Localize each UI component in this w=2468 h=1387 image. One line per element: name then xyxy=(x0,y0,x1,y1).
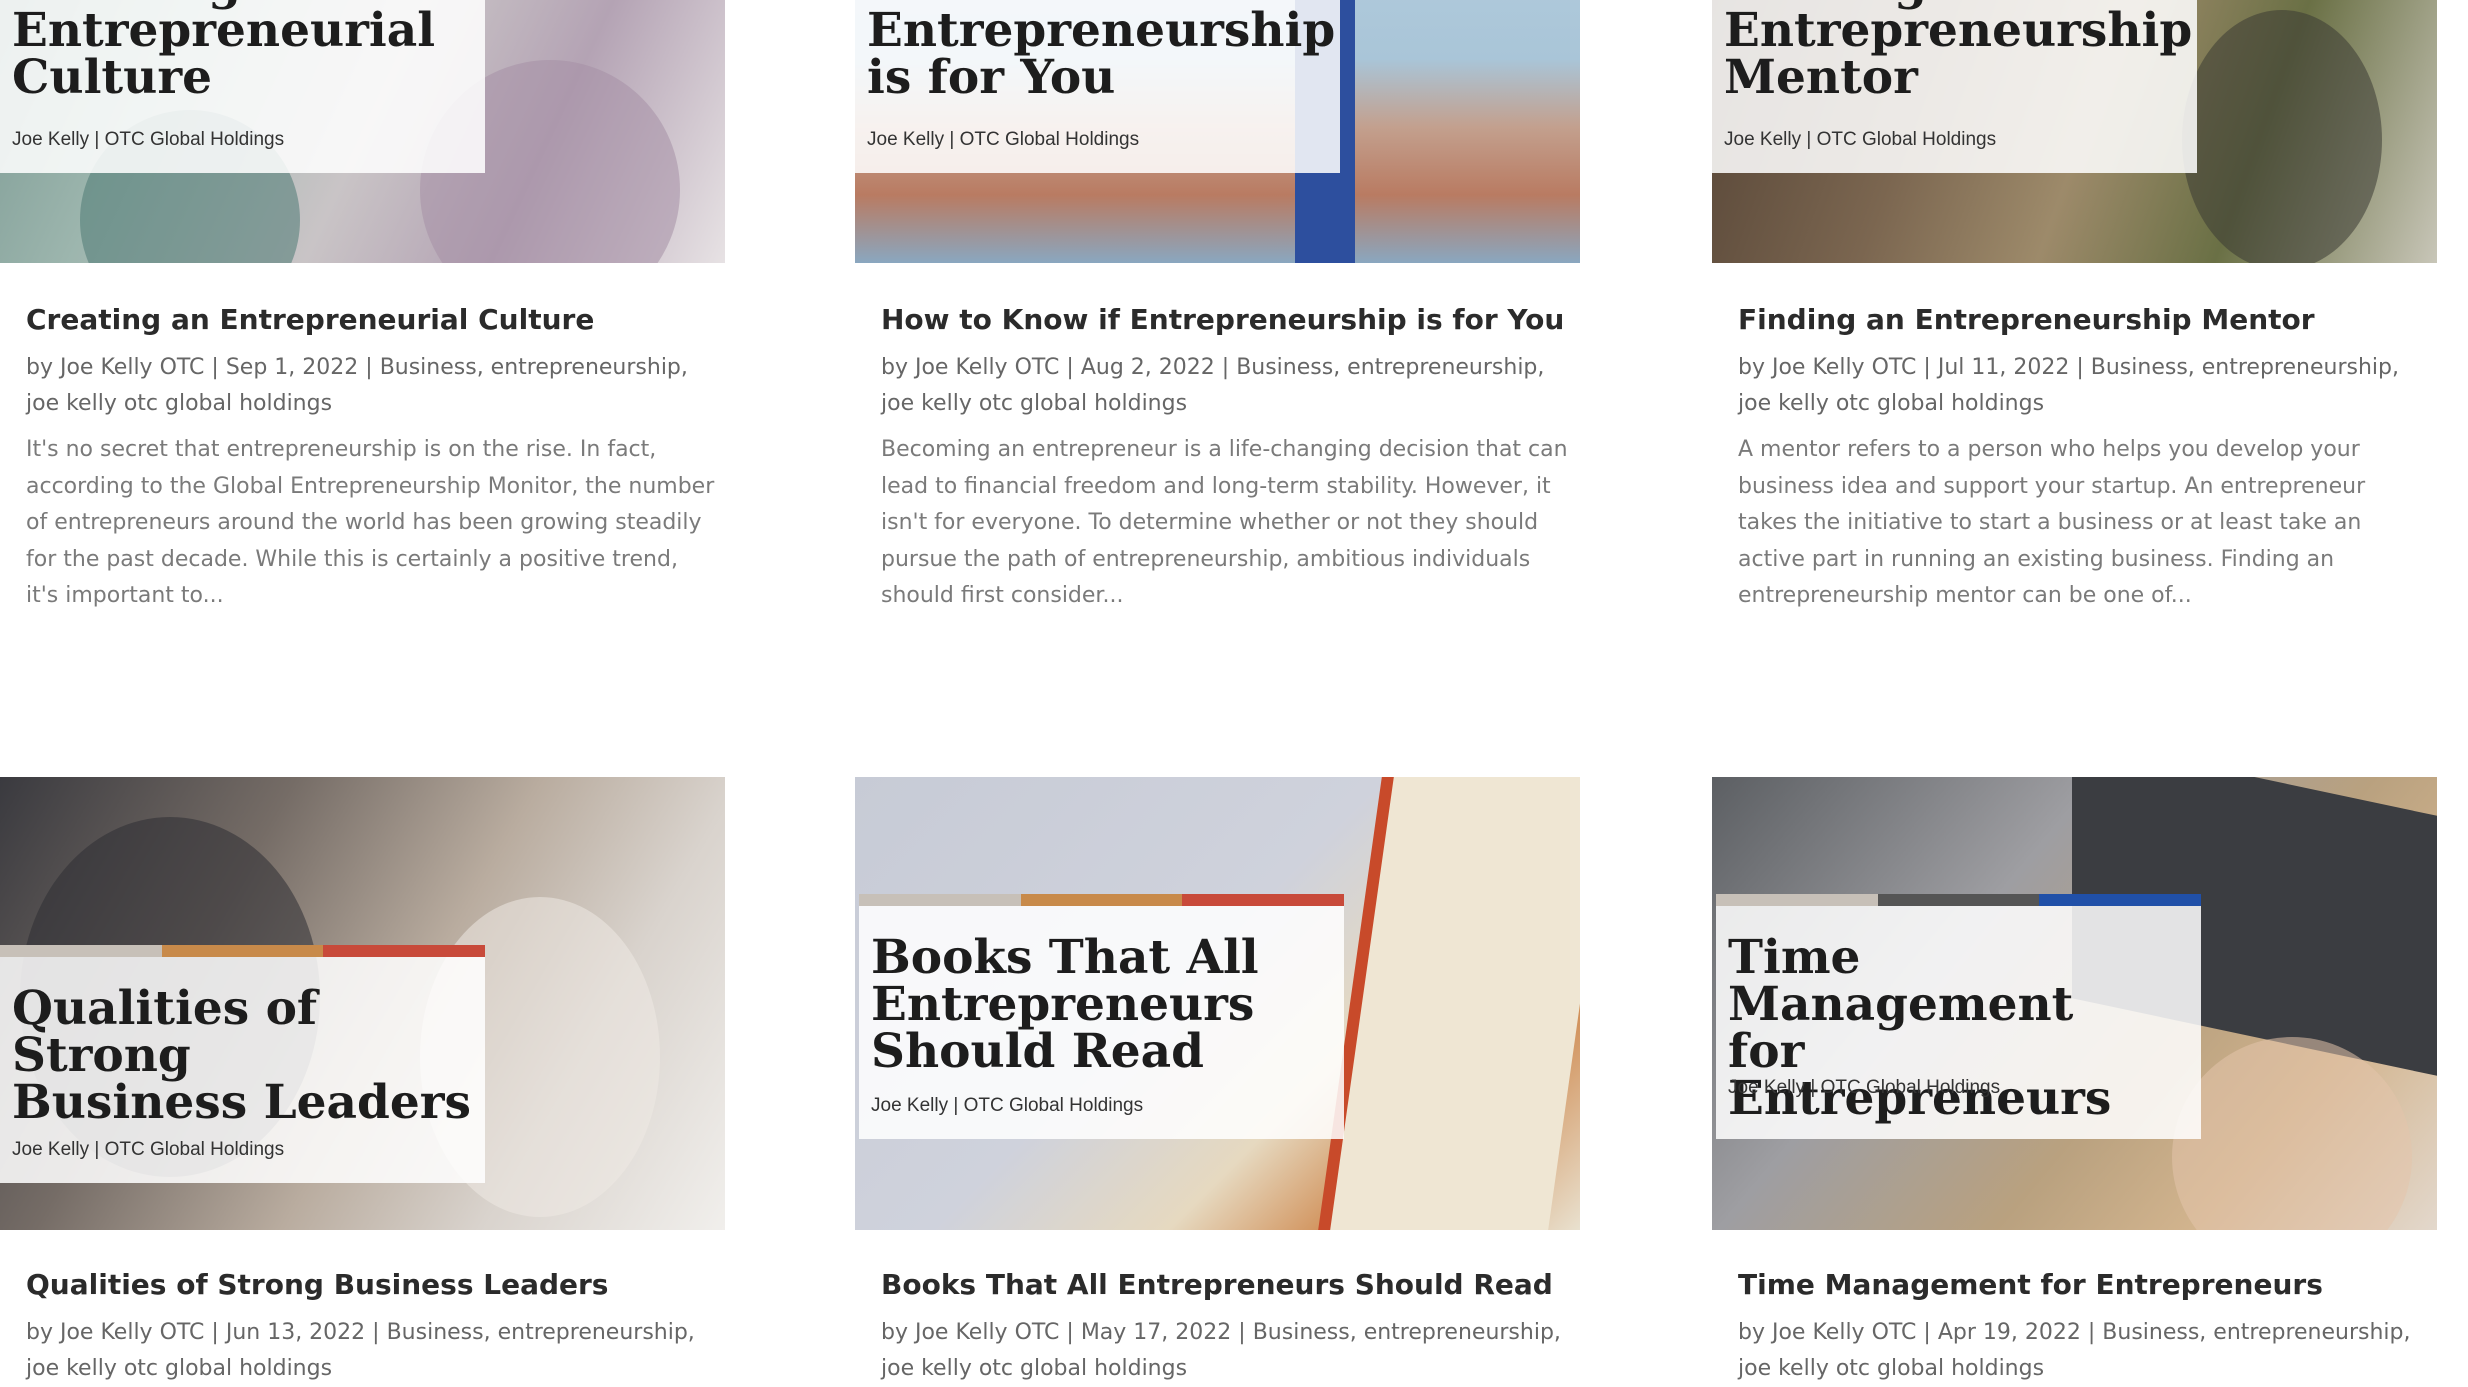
post-thumbnail-link[interactable]: Time Management for Entrepreneurs Joe Ke… xyxy=(1712,777,2437,1230)
thumbnail-byline: Joe Kelly | OTC Global Holdings xyxy=(871,1095,1144,1116)
post-title-link[interactable]: Finding an Entrepreneurship Mentor xyxy=(1738,302,2428,338)
author-link[interactable]: Joe Kelly OTC xyxy=(60,355,204,380)
meta-separator: | xyxy=(1066,355,1074,380)
post-date: Jun 13, 2022 xyxy=(225,1320,366,1345)
meta-by-label: by xyxy=(881,355,908,380)
post-excerpt: It's no secret that entrepreneurship is … xyxy=(26,437,715,608)
post-date: Sep 1, 2022 xyxy=(225,355,359,380)
post-thumbnail-link[interactable]: How to Know if Entrepreneurship is for Y… xyxy=(855,0,1580,263)
post-excerpt: A mentor refers to a person who helps yo… xyxy=(1738,437,2366,608)
blog-grid: Creating an Entrepreneurial Culture Joe … xyxy=(0,0,2468,1381)
post-title-link[interactable]: How to Know if Entrepreneurship is for Y… xyxy=(881,302,1571,338)
post-meta: by Joe Kelly OTC | Jun 13, 2022 | Busine… xyxy=(26,1315,716,1387)
post-meta: by Joe Kelly OTC | Jul 11, 2022 | Busine… xyxy=(1738,350,2428,422)
post-meta: by Joe Kelly OTC | Apr 19, 2022 | Busine… xyxy=(1738,1315,2428,1387)
author-link[interactable]: Joe Kelly OTC xyxy=(60,1320,204,1345)
meta-separator: | xyxy=(1221,355,1230,380)
post-title-link[interactable]: Books That All Entrepreneurs Should Read xyxy=(881,1267,1571,1303)
thumbnail-title-text: Finding an Entrepreneurship Mentor xyxy=(1724,0,2193,105)
meta-by-label: by xyxy=(881,1320,908,1345)
post-meta: by Joe Kelly OTC | Sep 1, 2022 | Busines… xyxy=(26,350,716,422)
meta-by-label: by xyxy=(26,355,53,380)
thumbnail-color-stripe xyxy=(0,945,486,957)
post-meta: by Joe Kelly OTC | May 17, 2022 | Busine… xyxy=(881,1315,1571,1387)
thumbnail-title-text: How to Know if Entrepreneurship is for Y… xyxy=(867,0,1336,105)
meta-separator: | xyxy=(211,1320,219,1345)
post-date: Jul 11, 2022 xyxy=(1937,355,2070,380)
post-title-link[interactable]: Time Management for Entrepreneurs xyxy=(1738,1267,2428,1303)
meta-separator: | xyxy=(372,1320,380,1345)
thumbnail-title-card: Time Management for Entrepreneurs Joe Ke… xyxy=(1716,894,2202,1139)
meta-separator: | xyxy=(2076,355,2084,380)
meta-separator: | xyxy=(1923,355,1931,380)
post-date: Apr 19, 2022 xyxy=(1937,1320,2081,1345)
thumbnail-byline: Joe Kelly | OTC Global Holdings xyxy=(867,129,1140,150)
meta-separator: | xyxy=(2087,1320,2096,1345)
thumbnail-byline: Joe Kelly | OTC Global Holdings xyxy=(12,129,285,150)
meta-separator: | xyxy=(1923,1320,1931,1345)
thumbnail-title-text: Creating an Entrepreneurial Culture xyxy=(12,0,436,105)
thumbnail-title-text: Books That All Entrepreneurs Should Read xyxy=(871,930,1259,1079)
post-title-link[interactable]: Creating an Entrepreneurial Culture xyxy=(26,302,716,338)
author-link[interactable]: Joe Kelly OTC xyxy=(915,355,1059,380)
thumbnail-color-stripe xyxy=(1716,894,2202,906)
author-link[interactable]: Joe Kelly OTC xyxy=(1772,355,1916,380)
post-thumbnail-link[interactable]: Creating an Entrepreneurial Culture Joe … xyxy=(0,0,725,263)
meta-separator: | xyxy=(211,355,219,380)
post-excerpt: Becoming an entrepreneur is a life-chang… xyxy=(881,437,1568,608)
thumbnail-title-text: Qualities of Strong Business Leaders xyxy=(12,981,471,1130)
meta-by-label: by xyxy=(1738,1320,1765,1345)
author-link[interactable]: Joe Kelly OTC xyxy=(915,1320,1059,1345)
meta-by-label: by xyxy=(26,1320,53,1345)
meta-separator: | xyxy=(365,355,373,380)
thumbnail-title-card: How to Know if Entrepreneurship is for Y… xyxy=(855,0,1340,173)
author-link[interactable]: Joe Kelly OTC xyxy=(1772,1320,1916,1345)
thumbnail-byline: Joe Kelly | OTC Global Holdings xyxy=(12,1139,285,1160)
meta-separator: | xyxy=(1066,1320,1074,1345)
thumbnail-color-stripe xyxy=(859,894,1345,906)
thumbnail-title-card: Qualities of Strong Business Leaders Joe… xyxy=(0,945,486,1183)
post-date: May 17, 2022 xyxy=(1080,1320,1232,1345)
thumbnail-byline: Joe Kelly | OTC Global Holdings xyxy=(1728,1077,2001,1098)
thumbnail-title-card: Books That All Entrepreneurs Should Read… xyxy=(859,894,1345,1139)
thumbnail-title-card: Finding an Entrepreneurship Mentor Joe K… xyxy=(1712,0,2197,173)
post-meta: by Joe Kelly OTC | Aug 2, 2022 | Busines… xyxy=(881,350,1571,422)
thumbnail-byline: Joe Kelly | OTC Global Holdings xyxy=(1724,129,1997,150)
post-thumbnail-link[interactable]: Qualities of Strong Business Leaders Joe… xyxy=(0,777,725,1230)
post-title-link[interactable]: Qualities of Strong Business Leaders xyxy=(26,1267,716,1303)
post-thumbnail-link[interactable]: Finding an Entrepreneurship Mentor Joe K… xyxy=(1712,0,2437,263)
post-date: Aug 2, 2022 xyxy=(1080,355,1215,380)
meta-separator: | xyxy=(1238,1320,1246,1345)
meta-by-label: by xyxy=(1738,355,1765,380)
post-thumbnail-link[interactable]: Books That All Entrepreneurs Should Read… xyxy=(855,777,1580,1230)
thumbnail-title-card: Creating an Entrepreneurial Culture Joe … xyxy=(0,0,485,173)
